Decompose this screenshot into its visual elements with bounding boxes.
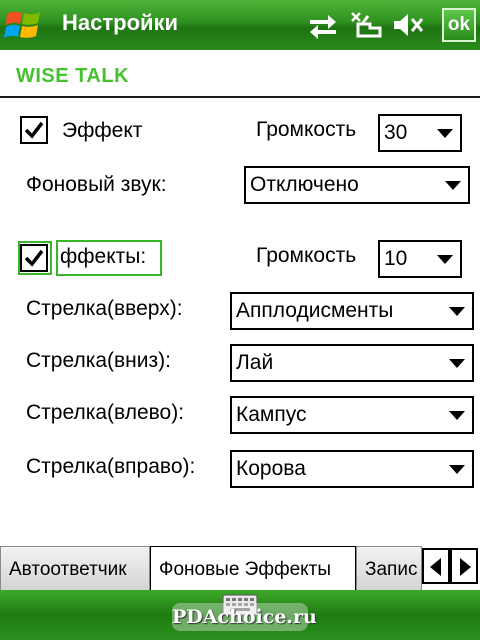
effect-label: Эффект bbox=[62, 119, 143, 142]
arrow-up-label: Стрелка(вверх): bbox=[26, 297, 183, 320]
app-title: WISE TALK bbox=[16, 65, 130, 87]
arrow-right-select[interactable]: Корова bbox=[230, 450, 474, 488]
tab-background-effects[interactable]: Фоновые Эффекты bbox=[150, 546, 356, 591]
effect-volume-select[interactable]: 30 bbox=[378, 114, 462, 152]
arrow-right-value: Корова bbox=[236, 457, 306, 480]
tab-strip: Автоответчик Фоновые Эффекты Запис bbox=[0, 545, 480, 591]
arrow-up-value: Апплодисменты bbox=[236, 299, 394, 322]
title-bar: Настройки ok bbox=[0, 0, 480, 50]
background-sound-value: Отключено bbox=[250, 173, 359, 196]
effects-volume-select[interactable]: 10 bbox=[378, 240, 462, 278]
effects-volume-value: 10 bbox=[384, 247, 408, 270]
background-sound-label: Фоновый звук: bbox=[26, 173, 167, 196]
arrow-left-label: Стрелка(влево): bbox=[26, 401, 185, 424]
chevron-down-icon bbox=[437, 129, 453, 138]
chevron-down-icon bbox=[445, 181, 461, 190]
chevron-down-icon bbox=[449, 307, 465, 316]
tab-label: Фоновые Эффекты bbox=[159, 559, 332, 580]
arrow-down-label: Стрелка(вниз): bbox=[26, 349, 171, 372]
chevron-down-icon bbox=[449, 359, 465, 368]
background-sound-select[interactable]: Отключено bbox=[244, 166, 470, 204]
tab-label: Автоответчик bbox=[9, 559, 127, 580]
tab-recording[interactable]: Запис bbox=[356, 546, 422, 591]
checkmark-icon bbox=[24, 121, 44, 139]
tab-scroll-right-button[interactable] bbox=[450, 548, 478, 584]
effect-checkbox[interactable] bbox=[20, 116, 48, 144]
connectivity-arrows-icon[interactable] bbox=[306, 10, 340, 40]
windows-start-icon[interactable] bbox=[4, 6, 44, 44]
arrow-left-icon bbox=[430, 558, 441, 576]
tab-scroll-left-button[interactable] bbox=[422, 548, 450, 584]
volume-muted-icon[interactable] bbox=[392, 10, 426, 40]
arrow-right-label: Стрелка(вправо): bbox=[26, 455, 196, 478]
effects-volume-label: Громкость bbox=[256, 244, 357, 267]
app-header: WISE TALK bbox=[0, 50, 480, 98]
tab-autoresponder[interactable]: Автоответчик bbox=[0, 546, 150, 591]
chevron-down-icon bbox=[449, 465, 465, 474]
arrow-left-value: Кампус bbox=[236, 403, 307, 426]
effect-volume-label: Громкость bbox=[256, 118, 357, 141]
arrow-down-select[interactable]: Лай bbox=[230, 344, 474, 382]
ok-button[interactable]: ok bbox=[442, 8, 476, 42]
checkbox-focus-outline bbox=[18, 241, 52, 275]
arrow-right-icon bbox=[460, 558, 471, 576]
chevron-down-icon bbox=[437, 255, 453, 264]
window-title: Настройки bbox=[62, 10, 179, 35]
tab-label: Запис bbox=[365, 559, 418, 580]
arrow-up-select[interactable]: Апплодисменты bbox=[230, 292, 474, 330]
chevron-down-icon bbox=[449, 411, 465, 420]
effects-label: ффекты: bbox=[60, 245, 147, 268]
softkey-bar: PDAchoice.ru bbox=[0, 590, 480, 640]
effect-volume-value: 30 bbox=[384, 121, 408, 144]
watermark: PDAchoice.ru bbox=[172, 603, 317, 631]
no-signal-icon[interactable] bbox=[350, 10, 384, 40]
arrow-left-select[interactable]: Кампус bbox=[230, 396, 474, 434]
arrow-down-value: Лай bbox=[236, 351, 274, 374]
